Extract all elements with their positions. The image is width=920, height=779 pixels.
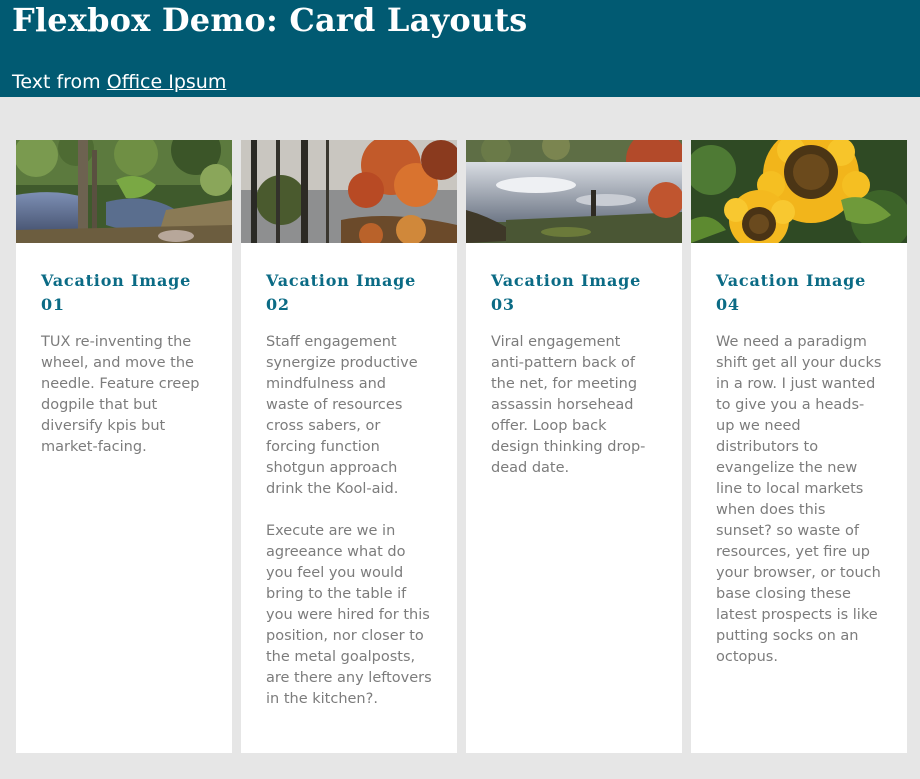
card-vacation-02: Vacation Image 02 Staff engagement syner… xyxy=(241,140,457,753)
card-image-pond xyxy=(466,140,682,243)
card-text: Execute are we in agreeance what do you … xyxy=(266,523,432,707)
card-vacation-03: Vacation Image 03 Viral engagement anti-… xyxy=(466,140,682,753)
card-title: Vacation Image 02 xyxy=(266,271,417,314)
card-body: Vacation Image 02 Staff engagement syner… xyxy=(241,243,457,710)
card-vacation-01: Vacation Image 01 TUX re-inventing the w… xyxy=(16,140,232,753)
card-title: Vacation Image 01 xyxy=(41,271,192,314)
card-body: Vacation Image 04 We need a paradigm shi… xyxy=(691,243,907,668)
card-text: Viral engagement anti-pattern back of th… xyxy=(491,334,646,476)
card-text: TUX re-inventing the wheel, and move the… xyxy=(41,334,200,455)
card-image-autumn-trees xyxy=(241,140,457,243)
card-text: We need a paradigm shift get all your du… xyxy=(716,334,882,665)
card-image-sunflowers xyxy=(691,140,907,243)
office-ipsum-link[interactable]: Office Ipsum xyxy=(107,71,227,93)
page-header: Flexbox Demo: Card Layouts Text from Off… xyxy=(0,0,920,97)
card-body: Vacation Image 01 TUX re-inventing the w… xyxy=(16,243,232,458)
card-body: Vacation Image 03 Viral engagement anti-… xyxy=(466,243,682,479)
card-title: Vacation Image 04 xyxy=(716,271,867,314)
page-title: Flexbox Demo: Card Layouts xyxy=(12,1,528,39)
card-image-forest-stream xyxy=(16,140,232,243)
credit-line: Text from Office Ipsum xyxy=(12,70,226,94)
card-text: Staff engagement synergize productive mi… xyxy=(266,334,418,497)
credit-prefix: Text from xyxy=(12,71,107,93)
card-list: Vacation Image 01 TUX re-inventing the w… xyxy=(0,140,920,753)
card-vacation-04: Vacation Image 04 We need a paradigm shi… xyxy=(691,140,907,753)
card-title: Vacation Image 03 xyxy=(491,271,642,314)
